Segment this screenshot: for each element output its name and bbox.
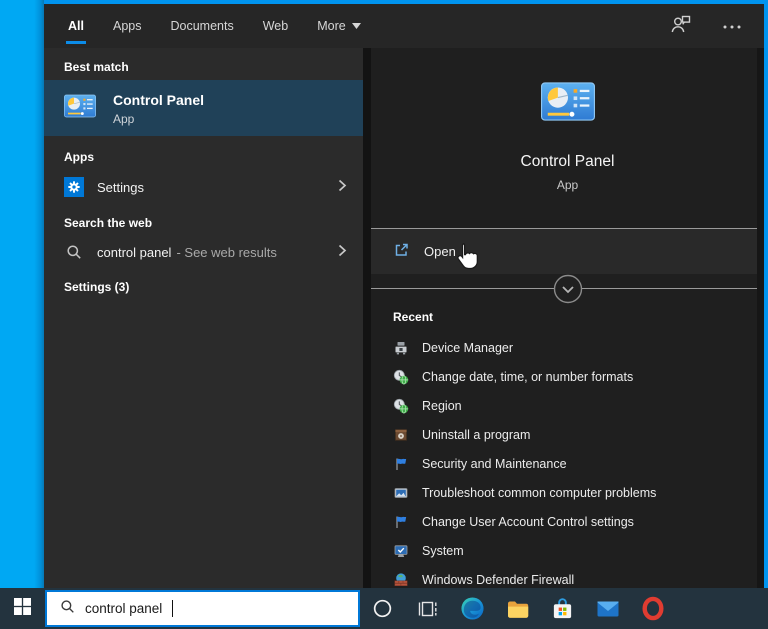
task-view-button[interactable]: [405, 588, 450, 629]
preview-app-title: Control Panel: [520, 153, 615, 170]
open-external-icon: [393, 242, 409, 261]
taskbar-search-input[interactable]: control panel: [45, 590, 360, 627]
best-match-header: Best match: [64, 60, 129, 74]
start-button[interactable]: [0, 588, 45, 629]
recent-item-label: Troubleshoot common computer problems: [422, 485, 657, 500]
windows-logo-icon: [14, 597, 31, 620]
tab-documents[interactable]: Documents: [160, 4, 243, 48]
flag-icon: [393, 514, 409, 530]
recent-item-label: Uninstall a program: [422, 427, 531, 442]
chevron-down-icon: [351, 23, 361, 29]
search-filter-tabbar: All Apps Documents Web More: [44, 4, 764, 48]
divider: [371, 274, 764, 303]
edge-browser-button[interactable]: [450, 588, 495, 629]
recent-item-security-maintenance[interactable]: Security and Maintenance: [371, 449, 764, 478]
recent-item-system[interactable]: System: [371, 536, 764, 565]
control-panel-icon-large: [540, 82, 595, 126]
recent-item-label: Security and Maintenance: [422, 456, 567, 471]
cortana-button[interactable]: [360, 588, 405, 629]
web-query-text: control panel: [97, 244, 172, 260]
scrollbar-track[interactable]: [757, 48, 764, 588]
flag-icon: [393, 456, 409, 472]
feedback-account-icon[interactable]: [670, 14, 692, 39]
recent-item-label: Device Manager: [422, 340, 514, 355]
result-web-search[interactable]: control panel - See web results: [44, 236, 363, 268]
microsoft-store-button[interactable]: [540, 588, 585, 629]
tab-documents-label: Documents: [170, 19, 234, 33]
tab-web-label: Web: [262, 19, 289, 33]
region-globe-icon: [393, 398, 409, 414]
app-hero: Control Panel App: [371, 48, 764, 192]
result-settings-label: Settings: [97, 179, 144, 195]
best-match-subtitle: App: [113, 111, 135, 126]
recent-item-label: Change User Account Control settings: [422, 514, 634, 529]
recent-item-change-date[interactable]: Change date, time, or number formats: [371, 362, 764, 391]
best-match-result-control-panel[interactable]: Control Panel App: [44, 80, 363, 136]
recent-item-label: Windows Defender Firewall: [422, 572, 575, 587]
recent-item-region[interactable]: Region: [371, 391, 764, 420]
troubleshoot-screen-icon: [393, 485, 409, 501]
recent-item-label: System: [422, 543, 464, 558]
panel-divider: [363, 48, 371, 588]
recent-item-uac[interactable]: Change User Account Control settings: [371, 507, 764, 536]
tab-apps[interactable]: Apps: [103, 4, 152, 48]
mail-button[interactable]: [585, 588, 630, 629]
chevron-right-icon[interactable]: [338, 244, 347, 260]
tab-all[interactable]: All: [58, 4, 94, 48]
device-manager-icon: [393, 340, 409, 356]
recent-item-label: Region: [422, 398, 462, 413]
search-icon: [60, 599, 75, 619]
tab-all-label: All: [68, 19, 84, 33]
firewall-icon: [393, 572, 409, 588]
settings-count-header: Settings (3): [64, 280, 130, 294]
search-icon: [64, 244, 84, 260]
web-header: Search the web: [64, 216, 153, 230]
recent-list: Device Manager Change date, time, or num…: [371, 333, 764, 594]
control-panel-icon: [64, 94, 96, 123]
recent-item-label: Change date, time, or number formats: [422, 369, 634, 384]
text-caret: [172, 600, 174, 617]
file-explorer-button[interactable]: [495, 588, 540, 629]
search-results-panel: Best match Control Panel App Apps Settin…: [44, 48, 363, 588]
datetime-globe-icon: [393, 369, 409, 385]
uninstall-program-icon: [393, 427, 409, 443]
recent-item-troubleshoot[interactable]: Troubleshoot common computer problems: [371, 478, 764, 507]
preview-app-subtitle: App: [556, 178, 579, 192]
web-suffix-text: - See web results: [176, 244, 277, 260]
collapse-preview-button[interactable]: [553, 274, 583, 304]
chevron-right-icon[interactable]: [338, 179, 347, 195]
recent-item-uninstall[interactable]: Uninstall a program: [371, 420, 764, 449]
tab-web[interactable]: Web: [253, 4, 298, 48]
recent-header: Recent: [393, 310, 434, 324]
desktop-background: [0, 0, 44, 588]
cursor-pointer: [452, 242, 480, 274]
apps-header: Apps: [64, 150, 94, 164]
system-monitor-icon: [393, 543, 409, 559]
more-options-icon[interactable]: [722, 17, 742, 35]
tab-more[interactable]: More: [307, 4, 370, 48]
search-input-value: control panel: [85, 601, 163, 616]
open-action[interactable]: Open: [371, 229, 764, 274]
preview-panel: Control Panel App Open Recent Device Man…: [371, 48, 764, 588]
taskbar: control panel: [0, 588, 768, 629]
tab-more-label: More: [317, 19, 346, 33]
recent-item-device-manager[interactable]: Device Manager: [371, 333, 764, 362]
tab-apps-label: Apps: [112, 19, 142, 33]
window-border-right: [764, 4, 768, 588]
result-settings[interactable]: Settings: [44, 170, 363, 204]
best-match-title: Control Panel: [113, 91, 205, 108]
opera-browser-button[interactable]: [630, 588, 675, 629]
best-match-text: Control Panel App: [113, 91, 204, 126]
settings-gear-icon: [64, 177, 84, 197]
